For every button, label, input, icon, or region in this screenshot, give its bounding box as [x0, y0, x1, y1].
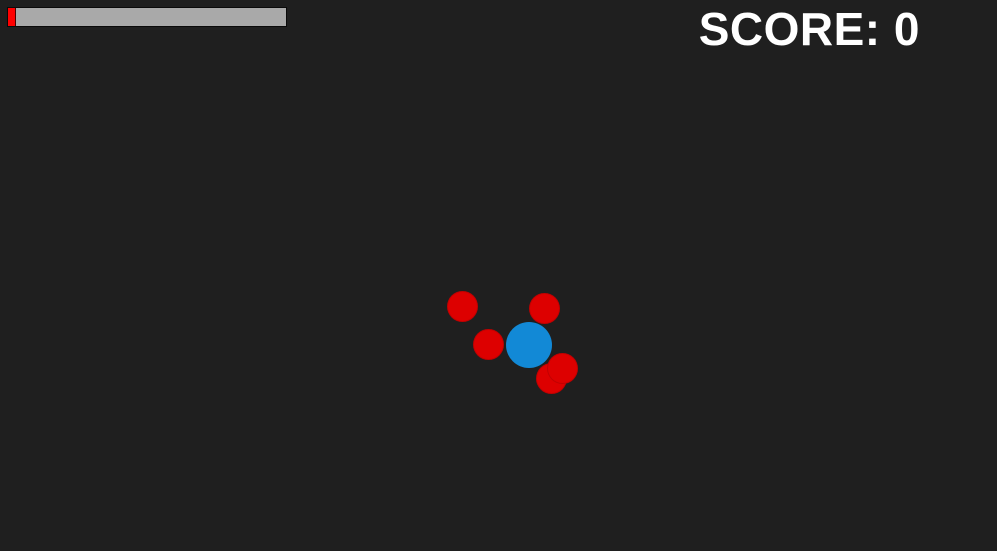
score-display: SCORE: 0: [699, 6, 920, 52]
enemy-ball: [473, 329, 504, 360]
game-canvas[interactable]: SCORE: 0: [0, 0, 997, 551]
progress-bar-fill: [8, 8, 17, 26]
progress-bar: [7, 7, 287, 27]
enemy-ball: [447, 291, 478, 322]
score-value: 0: [893, 3, 920, 55]
score-label: SCORE:: [698, 3, 881, 55]
enemy-ball: [529, 293, 560, 324]
enemy-ball: [547, 353, 578, 384]
player-ball[interactable]: [506, 322, 552, 368]
